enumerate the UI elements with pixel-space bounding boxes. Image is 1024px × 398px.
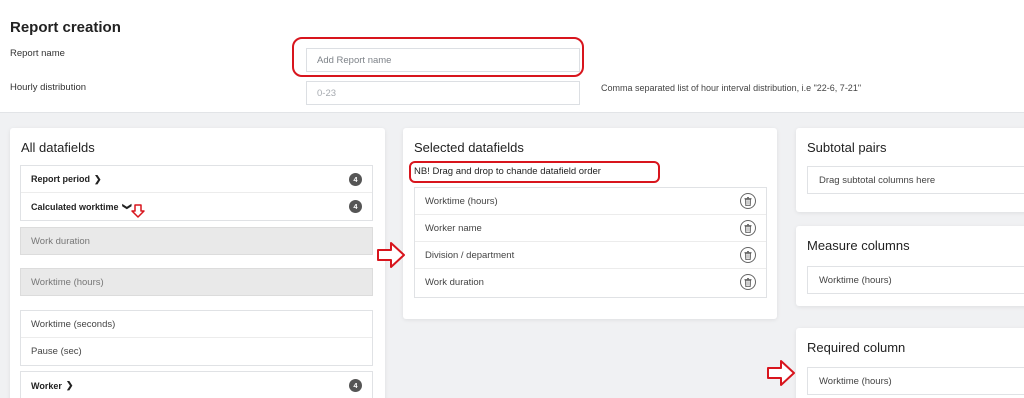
drag-drop-note: NB! Drag and drop to chande datafield or… (414, 166, 601, 177)
datafield-item[interactable]: Worktime (seconds) (21, 311, 372, 338)
hourly-distribution-input[interactable] (306, 81, 580, 105)
group-worker[interactable]: Worker ❯ 4 (21, 372, 372, 398)
page-title: Report creation (10, 19, 121, 36)
chevron-right-icon: ❯ (94, 173, 102, 184)
measure-column-item[interactable]: Worktime (hours) (807, 266, 1024, 294)
trash-icon[interactable] (740, 247, 756, 263)
selected-datafields-list: Worktime (hours) Worker name Division / … (414, 187, 767, 298)
subtotal-drop-zone[interactable]: Drag subtotal columns here (807, 166, 1024, 194)
hourly-distribution-label: Hourly distribution (10, 82, 87, 93)
trash-icon[interactable] (740, 274, 756, 290)
chevron-right-icon: ❯ (65, 380, 74, 390)
right-arrow-annotation-icon (377, 242, 405, 268)
selected-datafield-item[interactable]: Worktime (hours) (415, 188, 766, 215)
count-badge: 4 (349, 379, 362, 392)
report-name-input[interactable] (306, 48, 580, 72)
datafield-item-disabled: Work duration (20, 227, 373, 255)
item-label: Worktime (hours) (425, 195, 498, 207)
item-label: Worker name (425, 222, 482, 234)
datafield-items: Worktime (seconds) Pause (sec) (20, 310, 373, 366)
item-label: Division / department (425, 249, 515, 261)
selected-datafield-item[interactable]: Worker name (415, 215, 766, 242)
all-datafields-title: All datafields (21, 140, 95, 155)
count-badge: 4 (349, 173, 362, 186)
group-report-period[interactable]: Report period ❯ 4 (21, 166, 372, 193)
down-arrow-annotation-icon (131, 204, 145, 218)
report-creation-panel: Report creation Report name Hourly distr… (0, 0, 1024, 113)
group-label: Report period (31, 174, 91, 184)
selected-datafield-item[interactable]: Division / department (415, 242, 766, 269)
group-label: Calculated worktime (31, 201, 119, 212)
count-badge: 4 (349, 200, 362, 213)
selected-datafields-title: Selected datafields (414, 140, 524, 155)
group-calculated-worktime[interactable]: Calculated worktime ❯ 4 (21, 193, 372, 220)
trash-icon[interactable] (740, 193, 756, 209)
hourly-distribution-hint: Comma separated list of hour interval di… (601, 83, 862, 93)
datafield-group-worker-box: Worker ❯ 4 (20, 371, 373, 398)
datafield-item-disabled: Worktime (hours) (20, 268, 373, 296)
group-label: Worker (31, 380, 62, 391)
required-column-item[interactable]: Worktime (hours) (807, 367, 1024, 395)
required-column-title: Required column (807, 340, 906, 355)
datafield-groups: Report period ❯ 4 Calculated worktime ❯ … (20, 165, 373, 221)
subtotal-pairs-title: Subtotal pairs (807, 140, 887, 155)
report-name-label: Report name (10, 48, 65, 59)
datafield-item[interactable]: Pause (sec) (21, 338, 372, 365)
selected-datafield-item[interactable]: Work duration (415, 269, 766, 296)
right-arrow-annotation-icon (767, 360, 795, 386)
measure-columns-title: Measure columns (807, 238, 910, 253)
item-label: Work duration (425, 277, 484, 288)
trash-icon[interactable] (740, 220, 756, 236)
